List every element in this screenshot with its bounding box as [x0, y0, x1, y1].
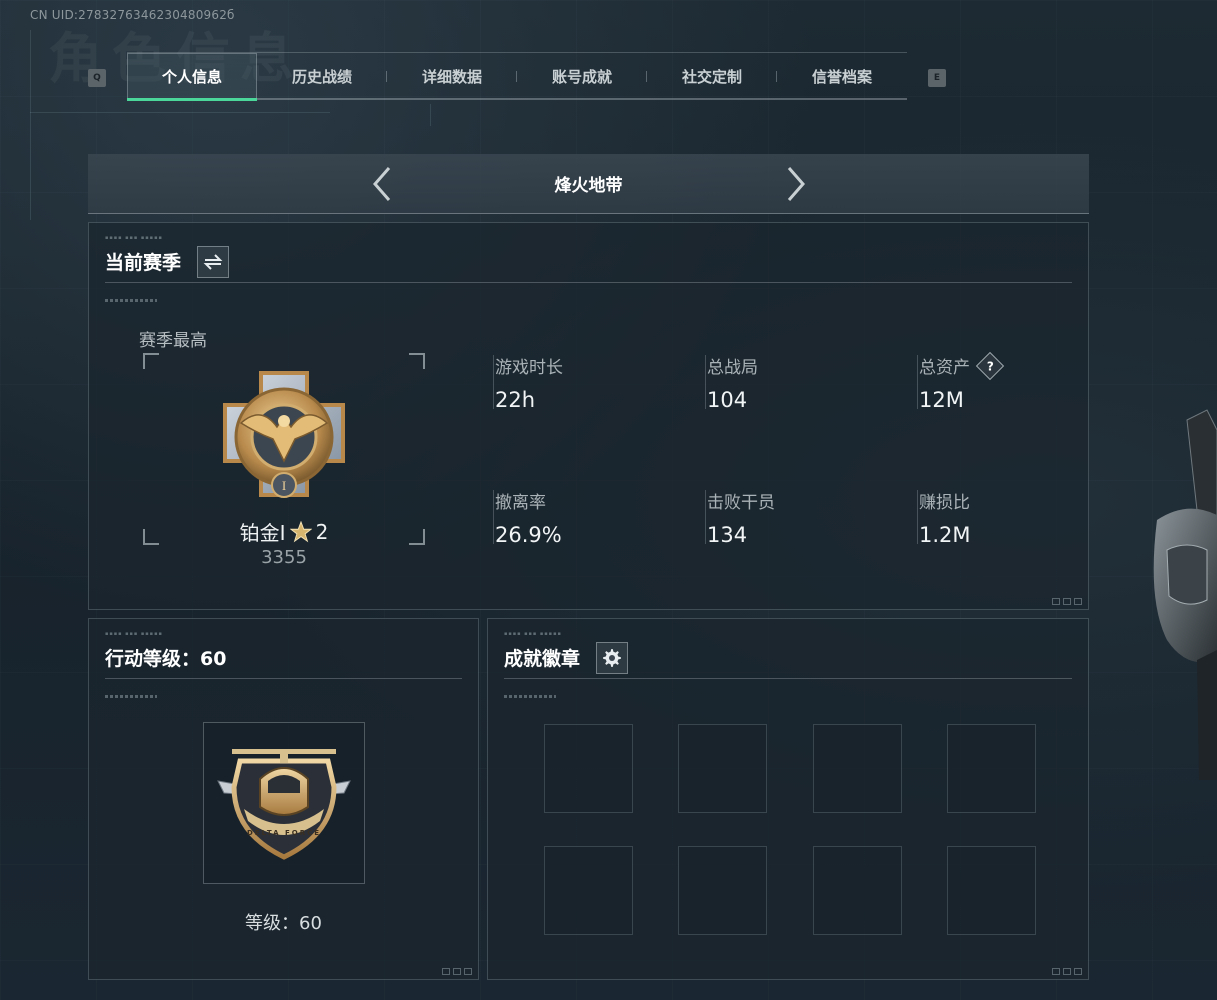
corner-decoration — [442, 968, 472, 975]
tab-label: 信誉档案 — [811, 67, 872, 86]
mode-title: 烽火地带 — [554, 176, 623, 196]
frame-corner — [409, 353, 425, 369]
tab-label: 社交定制 — [681, 67, 742, 86]
tab-label: 详细数据 — [421, 67, 482, 86]
level-text: 等级：60 — [245, 913, 322, 934]
tab-label: 历史战绩 — [291, 67, 352, 86]
stat-operators-defeated: 击败干员 134 — [705, 488, 897, 547]
chevron-left-icon — [372, 166, 390, 201]
badges-panel-header: 成就徽章 — [504, 637, 1072, 679]
next-mode-button[interactable] — [784, 164, 808, 204]
frame-corner — [409, 529, 425, 545]
stat-label: 撤离率 — [495, 493, 546, 513]
level-panel-header: 行动等级：60 — [105, 637, 462, 679]
tab-personal-info[interactable]: 个人信息 — [127, 53, 257, 101]
stat-total-matches: 总战局 104 — [705, 353, 897, 412]
badge-slot[interactable] — [813, 724, 902, 813]
rank-name: 铂金Ⅰ 2 — [209, 517, 359, 546]
stat-value: 1.2M — [919, 523, 971, 547]
stat-profit-loss-ratio: 赚损比 1.2M — [917, 488, 1109, 547]
stat-label: 总战局 — [707, 358, 758, 378]
rank-stars-count: 2 — [315, 519, 329, 544]
tab-list: 个人信息 历史战绩 详细数据 账号成就 社交定制 信誉档案 — [127, 52, 907, 101]
stat-label: 总资产 ? — [919, 351, 1109, 380]
prev-tab-key-hint[interactable]: Q — [88, 69, 106, 87]
corner-decoration — [1052, 968, 1082, 975]
stat-label: 击败干员 — [707, 493, 775, 513]
badge-slot[interactable] — [544, 846, 633, 935]
stat-label: 赚损比 — [919, 493, 970, 513]
tab-social-customization[interactable]: 社交定制 — [647, 53, 777, 99]
switch-season-button[interactable] — [197, 245, 230, 278]
panel-dash-decoration — [105, 299, 157, 302]
panel-dash-decoration — [105, 695, 157, 698]
stat-playtime: 游戏时长 22h — [493, 353, 685, 412]
badge-slot[interactable] — [947, 724, 1036, 813]
badge-text: DELTA FORCE — [247, 829, 321, 837]
level-badge-frame: DELTA FORCE — [203, 722, 365, 884]
badge-slot[interactable] — [678, 724, 767, 813]
stat-value: 26.9% — [495, 523, 562, 547]
next-tab-key-hint[interactable]: E — [928, 69, 946, 87]
tab-detailed-data[interactable]: 详细数据 — [387, 53, 517, 99]
season-panel-header: 当前赛季 — [105, 241, 1072, 283]
level-title: 行动等级：60 — [105, 648, 227, 670]
platinum-rank-emblem-icon: I — [223, 371, 345, 498]
tab-credit-record[interactable]: 信誉档案 — [777, 53, 907, 99]
tab-label: 账号成就 — [551, 67, 612, 86]
main-tabbar: Q 个人信息 历史战绩 详细数据 账号成就 社交定制 信誉档案 E — [86, 52, 952, 102]
mode-switcher: 烽火地带 — [88, 154, 1089, 214]
stat-total-assets: 总资产 ? 12M — [917, 351, 1109, 412]
operator-character-image — [1153, 409, 1217, 780]
stat-extraction-rate: 撤离率 26.9% — [493, 488, 685, 547]
tab-account-achievements[interactable]: 账号成就 — [517, 53, 647, 99]
helicopter-badge-icon: DELTA FORCE — [217, 749, 351, 860]
user-uid: CN UID:2783276346230480962б — [30, 8, 235, 22]
gear-icon — [603, 648, 621, 667]
frame-corner — [143, 353, 159, 369]
badge-settings-button[interactable] — [596, 641, 629, 674]
badge-slot[interactable] — [678, 846, 767, 935]
help-icon[interactable]: ? — [975, 351, 1005, 380]
achievement-badges-panel: ▪▪▪▪ ▪▪▪ ▪▪▪▪▪ 成就徽章 — [487, 618, 1089, 980]
season-title: 当前赛季 — [105, 252, 182, 274]
stat-label: 游戏时长 — [495, 358, 563, 378]
svg-text:I: I — [282, 478, 286, 493]
deco-line — [30, 112, 330, 113]
stat-value: 134 — [707, 523, 748, 547]
badge-slot[interactable] — [544, 724, 633, 813]
swap-icon — [203, 253, 223, 270]
current-season-panel: ▪▪▪▪ ▪▪▪ ▪▪▪▪▪ 当前赛季 赛季最高 I 铂金Ⅰ 2 3355 游戏… — [88, 222, 1089, 610]
prev-mode-button[interactable] — [370, 164, 394, 204]
deco-line — [430, 104, 431, 126]
operation-level-panel: ▪▪▪▪ ▪▪▪ ▪▪▪▪▪ 行动等级：60 DELTA FORCE 等级：60 — [88, 618, 479, 980]
corner-decoration — [1052, 598, 1082, 605]
tab-match-history[interactable]: 历史战绩 — [257, 53, 387, 99]
star-icon — [289, 520, 312, 542]
panel-dash-decoration — [504, 695, 556, 698]
deco-line — [30, 30, 31, 220]
tab-label: 个人信息 — [161, 68, 222, 86]
rank-tier-text: 铂金Ⅰ — [239, 521, 286, 545]
rank-points: 3355 — [261, 547, 307, 568]
badges-title: 成就徽章 — [504, 648, 581, 670]
chevron-right-icon — [787, 166, 805, 201]
frame-corner — [143, 529, 159, 545]
stat-value: 104 — [707, 388, 748, 412]
badge-slot[interactable] — [947, 846, 1036, 935]
stat-value: 22h — [495, 388, 536, 412]
badge-slot[interactable] — [813, 846, 902, 935]
stat-value: 12M — [919, 388, 964, 412]
season-best-label: 赛季最高 — [139, 331, 207, 351]
